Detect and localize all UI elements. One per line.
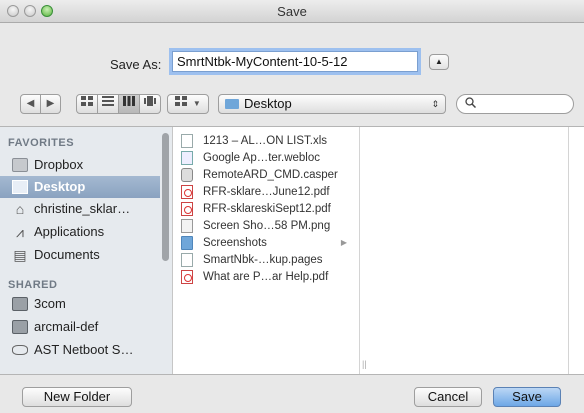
- sidebar-item-arcmail-def[interactable]: arcmail-def: [0, 316, 160, 338]
- back-button[interactable]: ◀: [20, 94, 41, 114]
- column-view-button[interactable]: [118, 94, 140, 114]
- sidebar-heading-shared: SHARED: [8, 279, 58, 291]
- sidebar-item-label: arcmail-def: [34, 319, 99, 334]
- sidebar-item-ast-netboot[interactable]: AST Netboot S…: [0, 339, 160, 361]
- save-as-label: Save As:: [110, 57, 162, 72]
- expand-dialog-button[interactable]: ▲: [429, 54, 449, 70]
- file-item[interactable]: Screen Sho…58 PM.png: [173, 218, 359, 234]
- file-name: RFR-sklareskiSept12.pdf: [203, 203, 331, 215]
- cover-flow-view-button[interactable]: [139, 94, 161, 114]
- sidebar-item-label: christine_sklar…: [34, 201, 131, 216]
- sidebar-item-dropbox[interactable]: Dropbox: [0, 154, 160, 176]
- file-name: SmartNbk-…kup.pages: [203, 254, 323, 266]
- file-item[interactable]: RemoteARD_CMD.casper: [173, 167, 359, 183]
- file-browser: FAVORITES Dropbox Desktop ⌂ christine_sk…: [0, 126, 584, 375]
- file-name: Screenshots: [203, 237, 267, 249]
- sidebar-scrollbar[interactable]: [162, 133, 169, 261]
- sidebar-item-documents[interactable]: ▤ Documents: [0, 244, 160, 266]
- file-name: What are P…ar Help.pdf: [203, 271, 329, 283]
- folder-item-screenshots[interactable]: Screenshots ▶: [173, 235, 359, 251]
- icon-view-button[interactable]: [76, 94, 98, 114]
- updown-arrows-icon: ⇕: [431, 99, 439, 109]
- sidebar: FAVORITES Dropbox Desktop ⌂ christine_sk…: [0, 127, 173, 374]
- documents-icon: ▤: [13, 247, 27, 263]
- sidebar-item-label: AST Netboot S…: [34, 342, 134, 357]
- document-icon: [181, 134, 193, 148]
- file-name: Google Ap…ter.webloc: [203, 152, 320, 164]
- new-folder-button[interactable]: New Folder: [22, 387, 132, 407]
- chevron-down-icon: ▼: [192, 99, 201, 108]
- file-name: RemoteARD_CMD.casper: [203, 169, 338, 181]
- pdf-icon: [181, 270, 193, 284]
- cover-flow-icon: [144, 96, 156, 106]
- cancel-button[interactable]: Cancel: [414, 387, 482, 407]
- applications-icon: ⩘: [16, 224, 24, 240]
- file-item[interactable]: What are P…ar Help.pdf: [173, 269, 359, 285]
- window-title: Save: [277, 4, 307, 19]
- file-item[interactable]: RFR-sklareskiSept12.pdf: [173, 201, 359, 217]
- arrange-menu-button[interactable]: ▼: [167, 94, 209, 114]
- sidebar-item-home[interactable]: ⌂ christine_sklar…: [0, 198, 160, 220]
- folder-icon: [181, 236, 193, 250]
- sidebar-item-3com[interactable]: 3com: [0, 293, 160, 315]
- location-popup[interactable]: Desktop ⇕: [218, 94, 446, 114]
- list-view-icon: [102, 96, 114, 106]
- file-name: 1213 – AL…ON LIST.xls: [203, 135, 328, 147]
- save-button[interactable]: Save: [493, 387, 561, 407]
- folder-icon: [12, 158, 28, 172]
- column-view-icon: [123, 96, 135, 106]
- sidebar-item-label: Dropbox: [34, 157, 84, 172]
- file-item[interactable]: SmartNbk-…kup.pages: [173, 252, 359, 268]
- arrange-icon: [175, 96, 188, 106]
- sidebar-item-label: Applications: [34, 224, 105, 239]
- monitor-icon: [12, 297, 28, 311]
- sidebar-item-applications[interactable]: ⩘ Applications: [0, 221, 160, 243]
- pdf-icon: [181, 185, 193, 199]
- title-bar: Save: [0, 0, 584, 23]
- document-icon: [181, 253, 193, 267]
- list-view-button[interactable]: [97, 94, 119, 114]
- folder-icon: [225, 99, 239, 109]
- save-dialog: Save Save As: ▲ ◀ ▶ ▼ Desktop ⇕ FAVORITE…: [0, 0, 584, 413]
- file-item[interactable]: Google Ap…ter.webloc: [173, 150, 359, 166]
- sidebar-item-desktop[interactable]: Desktop: [0, 176, 160, 198]
- file-name: Screen Sho…58 PM.png: [203, 220, 331, 232]
- disk-icon: [12, 345, 28, 355]
- icon-view-icon: [81, 96, 93, 106]
- save-as-field[interactable]: [172, 51, 418, 72]
- app-icon: [181, 168, 193, 182]
- file-item[interactable]: 1213 – AL…ON LIST.xls: [173, 133, 359, 149]
- webloc-icon: [181, 151, 193, 165]
- empty-column: [374, 127, 569, 374]
- location-label: Desktop: [244, 96, 292, 111]
- home-icon: ⌂: [15, 201, 25, 217]
- file-column: 1213 – AL…ON LIST.xls Google Ap…ter.webl…: [173, 127, 360, 374]
- chevron-right-icon: ▶: [340, 238, 347, 247]
- monitor-icon: [12, 320, 28, 334]
- file-name: RFR-sklare…June12.pdf: [203, 186, 330, 198]
- sidebar-item-label: 3com: [34, 296, 66, 311]
- forward-button[interactable]: ▶: [40, 94, 61, 114]
- sidebar-heading-favorites: FAVORITES: [8, 137, 75, 149]
- desktop-icon: [12, 180, 28, 194]
- file-item[interactable]: RFR-sklare…June12.pdf: [173, 184, 359, 200]
- sidebar-item-label: Desktop: [34, 179, 86, 194]
- search-field[interactable]: [456, 94, 574, 114]
- pdf-icon: [181, 202, 193, 216]
- search-icon: [465, 97, 476, 108]
- image-icon: [181, 219, 193, 233]
- sidebar-item-label: Documents: [34, 247, 100, 262]
- column-resize-handle[interactable]: ||: [362, 359, 367, 369]
